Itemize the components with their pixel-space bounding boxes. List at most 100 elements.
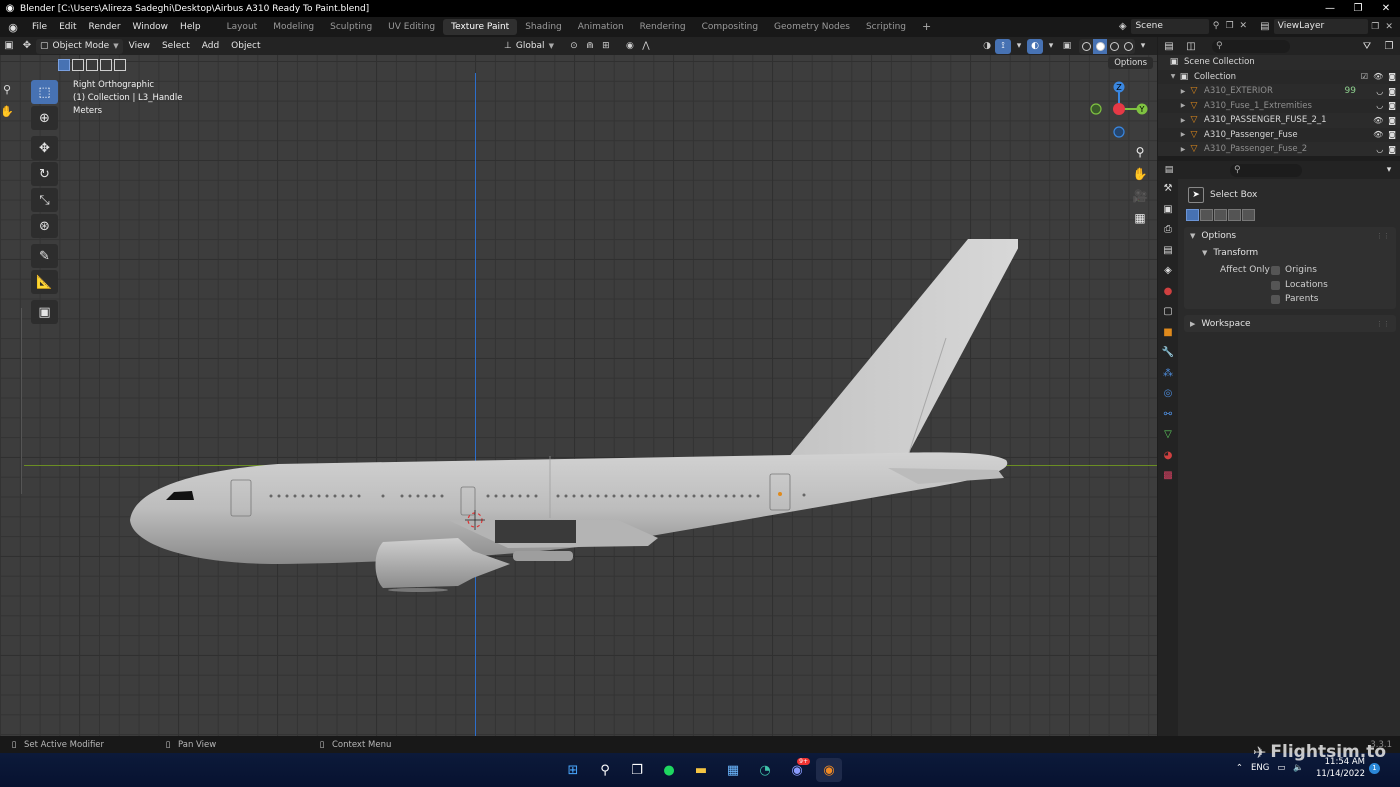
camera-icon[interactable]: ◙ <box>1388 101 1396 110</box>
tab-geometry-nodes[interactable]: Geometry Nodes <box>766 19 858 35</box>
visibility-icon[interactable]: ◑ <box>979 39 995 54</box>
mode-subtract-icon[interactable] <box>1214 209 1227 221</box>
options-dropdown-icon[interactable]: ▾ <box>1378 165 1400 175</box>
mode-dropdown[interactable]: ▢ Object Mode ▼ <box>36 38 123 54</box>
tab-shading[interactable]: Shading <box>517 19 570 35</box>
new-scene-icon[interactable]: ❐ <box>1223 19 1237 34</box>
outliner-row-object[interactable]: ▶ ▽ A310_Passenger_Fuse 👁 ◙ <box>1158 128 1400 143</box>
outliner-row-object[interactable]: ▶ ▽ A310_PASSENGER_FUSE_2_1 👁 ◙ <box>1158 113 1400 128</box>
tab-compositing[interactable]: Compositing <box>694 19 766 35</box>
outliner-row-object[interactable]: ▶ ▽ A310_Passenger_Fuse_2 ◡ ◙ <box>1158 142 1400 156</box>
menu-file[interactable]: File <box>26 22 53 32</box>
collection-tab-icon[interactable]: ▢ <box>1158 302 1178 323</box>
spotify-icon[interactable]: ● <box>656 758 682 782</box>
menu-help[interactable]: Help <box>174 22 207 32</box>
material-shading-icon[interactable] <box>1107 39 1121 54</box>
file-explorer-icon[interactable]: ▬ <box>688 758 714 782</box>
move-tool-icon[interactable]: ✥ <box>31 136 58 160</box>
orientation-dropdown[interactable]: ⊥ Global ▼ <box>500 39 558 54</box>
edge-browser-icon[interactable]: ◔ <box>752 758 778 782</box>
delete-scene-icon[interactable]: ✕ <box>1236 19 1250 34</box>
drag-handle-icon[interactable]: ⋮⋮ <box>1376 320 1390 328</box>
zoom-icon[interactable]: ⚲ <box>1131 143 1149 161</box>
gizmo-toggle-icon[interactable]: ⟟ <box>995 38 1011 54</box>
overlay-toggle-icon[interactable]: ◐ <box>1027 38 1043 54</box>
add-cube-tool-icon[interactable]: ▣ <box>31 300 58 324</box>
mode-extend-icon[interactable] <box>1200 209 1213 221</box>
delete-viewlayer-icon[interactable]: ✕ <box>1382 22 1396 32</box>
gizmo-neg-z-axis[interactable] <box>1113 126 1125 138</box>
expand-icon[interactable]: ▶ <box>1178 88 1188 95</box>
outliner-search-input[interactable]: ⚲ <box>1212 39 1290 53</box>
material-tab-icon[interactable]: ◕ <box>1158 446 1178 467</box>
expand-icon[interactable]: ▶ <box>1178 102 1188 109</box>
pivot-icon[interactable]: ⊙ <box>566 39 582 54</box>
snap-target-icon[interactable]: ⊞ <box>598 39 614 54</box>
options-panel-header[interactable]: ▼ Options ⋮⋮ <box>1184 227 1396 244</box>
new-viewlayer-icon[interactable]: ❐ <box>1368 22 1382 32</box>
viewport-options-button[interactable]: Options <box>1108 57 1153 69</box>
gizmo-dropdown-icon[interactable]: ▾ <box>1011 39 1027 54</box>
shading-dropdown-icon[interactable]: ▾ <box>1135 39 1151 54</box>
camera-icon[interactable]: 🎥 <box>1131 187 1149 205</box>
particles-tab-icon[interactable]: ⁂ <box>1158 364 1178 385</box>
tab-modeling[interactable]: Modeling <box>265 19 322 35</box>
checkbox-icon[interactable]: ☑ <box>1361 72 1368 81</box>
tab-texture-paint[interactable]: Texture Paint <box>443 19 518 35</box>
eye-icon[interactable]: 👁 <box>1373 130 1383 139</box>
menu-view[interactable]: View <box>123 41 156 51</box>
eye-hidden-icon[interactable]: ◡ <box>1376 101 1383 110</box>
proportional-edit-icon[interactable]: ◉ <box>622 39 638 54</box>
notification-badge[interactable]: 1 <box>1369 762 1380 774</box>
world-tab-icon[interactable]: ● <box>1158 282 1178 303</box>
camera-icon[interactable]: ◙ <box>1388 130 1396 139</box>
menu-select[interactable]: Select <box>156 41 196 51</box>
scene-selector[interactable]: ◈ Scene ⚲ ❐ ✕ <box>1114 19 1250 34</box>
volume-icon[interactable]: 🔈 <box>1293 763 1304 773</box>
menu-add[interactable]: Add <box>196 41 225 51</box>
close-icon[interactable]: ✕ <box>1372 0 1400 17</box>
origins-checkbox[interactable]: Origins <box>1271 265 1317 275</box>
parents-checkbox[interactable]: Parents <box>1271 294 1319 304</box>
tab-sculpting[interactable]: Sculpting <box>322 19 380 35</box>
ortho-grid-icon[interactable]: ▦ <box>1131 209 1149 227</box>
falloff-icon[interactable]: ⋀ <box>638 39 654 54</box>
gizmo-x-axis[interactable] <box>1113 103 1125 115</box>
pin-icon[interactable]: ⚲ <box>1209 19 1223 34</box>
navigation-gizmo[interactable]: Z Y <box>1090 80 1150 140</box>
object-tab-icon[interactable]: ■ <box>1158 323 1178 344</box>
tab-rendering[interactable]: Rendering <box>632 19 694 35</box>
data-tab-icon[interactable]: ▽ <box>1158 425 1178 446</box>
camera-icon[interactable]: ◙ <box>1388 116 1396 125</box>
scene-tab-icon[interactable]: ◈ <box>1158 261 1178 282</box>
new-collection-icon[interactable]: ❐ <box>1378 41 1400 52</box>
menu-object[interactable]: Object <box>225 41 266 51</box>
render-tab-icon[interactable]: ▣ <box>1158 200 1178 221</box>
maximize-icon[interactable]: ❐ <box>1344 0 1372 17</box>
workspace-panel-header[interactable]: ▶ Workspace ⋮⋮ <box>1184 315 1396 332</box>
tab-animation[interactable]: Animation <box>570 19 632 35</box>
locations-checkbox[interactable]: Locations <box>1271 280 1328 290</box>
aircraft-model[interactable] <box>128 238 1018 598</box>
menu-edit[interactable]: Edit <box>53 22 82 32</box>
menu-window[interactable]: Window <box>127 22 175 32</box>
texture-tab-icon[interactable]: ▩ <box>1158 466 1178 487</box>
viewlayer-selector[interactable]: ▤ ViewLayer ❐ ✕ <box>1256 19 1396 34</box>
select-box-tool-icon[interactable]: ⬚ <box>31 80 58 104</box>
tab-uv-editing[interactable]: UV Editing <box>380 19 443 35</box>
windows-start-icon[interactable]: ⊞ <box>560 758 586 782</box>
minimize-icon[interactable]: — <box>1316 0 1344 17</box>
eye-icon[interactable]: 👁 <box>1373 116 1383 125</box>
select-extend-icon[interactable] <box>72 59 84 71</box>
hand-icon[interactable]: ✋ <box>0 105 14 119</box>
overlay-dropdown-icon[interactable]: ▾ <box>1043 39 1059 54</box>
rotate-tool-icon[interactable]: ↻ <box>31 162 58 186</box>
solid-shading-icon[interactable] <box>1093 38 1107 54</box>
mode-set-icon[interactable] <box>1186 209 1199 221</box>
transform-panel-header[interactable]: ▼ Transform <box>1196 244 1396 261</box>
task-view-icon[interactable]: ❐ <box>624 758 650 782</box>
view-layer-tab-icon[interactable]: ▤ <box>1158 241 1178 262</box>
eye-hidden-icon[interactable]: ◡ <box>1376 87 1383 96</box>
modifier-tab-icon[interactable]: 🔧 <box>1158 343 1178 364</box>
display-mode-icon[interactable]: ◫ <box>1180 41 1202 52</box>
